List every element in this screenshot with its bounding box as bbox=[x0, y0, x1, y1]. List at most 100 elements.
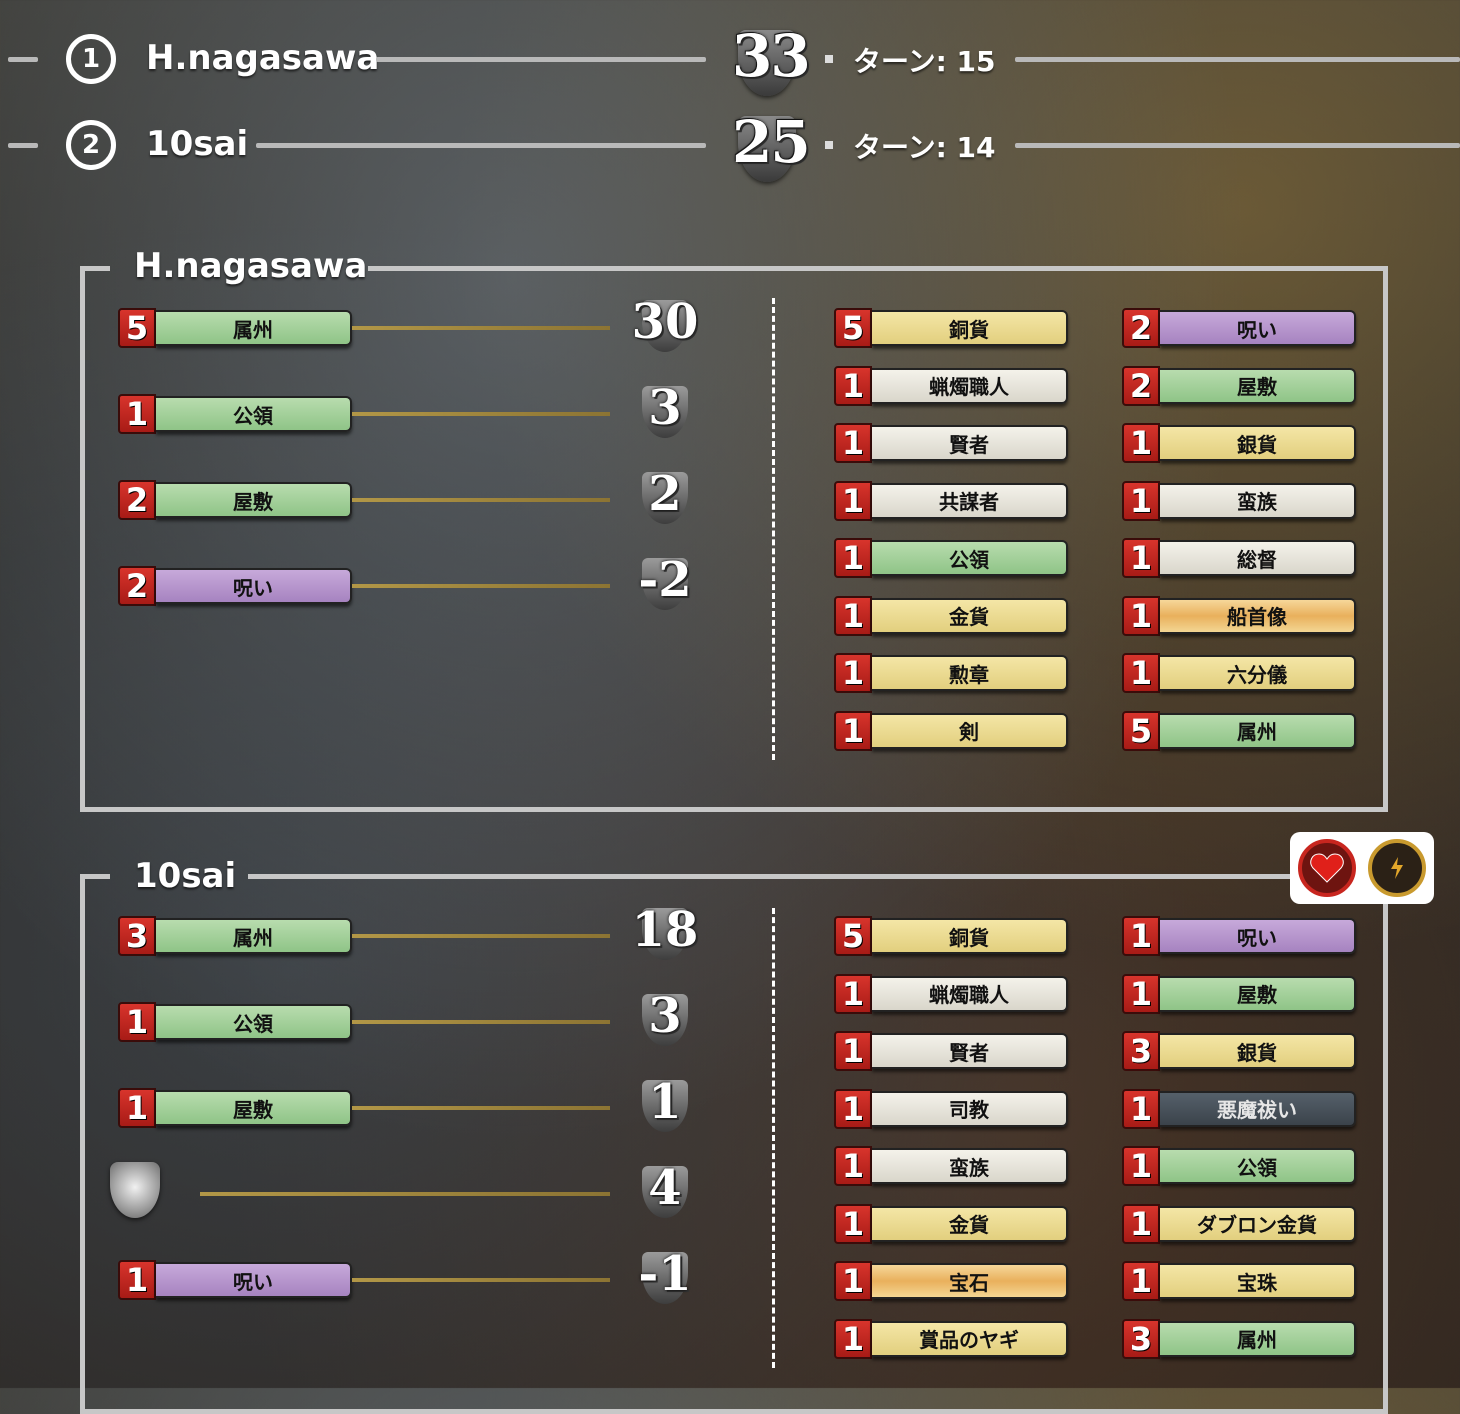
turn-count-2: ターン: 14 bbox=[853, 131, 996, 164]
card-name-label: 銅貨 bbox=[872, 310, 1068, 346]
divider bbox=[8, 143, 38, 148]
lightning-icon[interactable] bbox=[1368, 839, 1426, 897]
card-name-label: 屋敷 bbox=[1160, 975, 1356, 1012]
card-tag: 1 賢者 bbox=[834, 1031, 1068, 1071]
card-tag: 5 属州 bbox=[118, 308, 352, 348]
card-count-badge: 1 bbox=[834, 710, 872, 751]
card-count-badge: 1 bbox=[834, 1203, 872, 1244]
card-name-label: 呪い bbox=[156, 568, 352, 604]
card-count-badge: 1 bbox=[834, 1031, 872, 1071]
card-tag: 1 公領 bbox=[118, 394, 352, 434]
connector-line bbox=[352, 412, 610, 416]
panel-title: 10sai bbox=[134, 856, 237, 896]
connector-line bbox=[200, 1192, 610, 1196]
panel-frame-top bbox=[248, 874, 1388, 879]
card-count-badge: 1 bbox=[834, 365, 872, 406]
action-icons bbox=[1290, 832, 1434, 904]
heart-icon[interactable] bbox=[1298, 839, 1356, 897]
card-name-label: 賞品のヤギ bbox=[872, 1320, 1068, 1357]
card-count-badge: 1 bbox=[834, 653, 872, 693]
card-tag: 1 宝石 bbox=[834, 1261, 1068, 1301]
vp-value: -1 bbox=[638, 1246, 692, 1302]
card-tag: 1剣 bbox=[834, 710, 1068, 751]
card-name-label: 蛮族 bbox=[872, 1148, 1068, 1184]
card-count-badge: 1 bbox=[834, 423, 872, 463]
vp-value: 3 bbox=[648, 380, 682, 436]
card-tag: 5 銅貨 bbox=[834, 916, 1068, 956]
card-name-label: 蝋燭職人 bbox=[872, 975, 1068, 1012]
card-tag: 1 六分儀 bbox=[1122, 653, 1356, 693]
connector-line bbox=[352, 326, 610, 330]
vp-value: 1 bbox=[648, 1074, 682, 1130]
card-count-badge: 1 bbox=[834, 1146, 872, 1186]
card-tag: 1 司教 bbox=[834, 1088, 1068, 1129]
card-count-badge: 1 bbox=[118, 1002, 156, 1042]
card-tag: 1 屋敷 bbox=[118, 1088, 352, 1128]
card-name-label: 金貨 bbox=[872, 597, 1068, 634]
card-tag: 1 呪い bbox=[1122, 916, 1356, 956]
card-count-badge: 1 bbox=[118, 1260, 156, 1300]
connector-line bbox=[352, 498, 610, 502]
card-count-badge: 1 bbox=[834, 1318, 872, 1359]
card-name-label: 蝋燭職人 bbox=[872, 367, 1068, 404]
card-count-badge: 1 bbox=[1122, 1146, 1160, 1186]
card-count-badge: 1 bbox=[834, 538, 872, 578]
card-count-badge: 1 bbox=[1122, 1088, 1160, 1129]
card-count-badge: 1 bbox=[834, 595, 872, 636]
card-name-label: 共謀者 bbox=[872, 482, 1068, 519]
card-name-label: 呪い bbox=[1160, 918, 1356, 954]
card-count-badge: 1 bbox=[1122, 1261, 1160, 1301]
card-tag: 1 勲章 bbox=[834, 653, 1068, 693]
card-name-label: 宝珠 bbox=[1160, 1263, 1356, 1299]
panel-frame-top bbox=[80, 266, 110, 271]
card-count-badge: 2 bbox=[118, 480, 156, 520]
card-name-label: 公領 bbox=[156, 396, 352, 432]
card-tag: 1 船首像 bbox=[1122, 595, 1356, 636]
card-tag: 1 蝋燭職人 bbox=[834, 973, 1068, 1014]
player-name-2: 10sai bbox=[146, 124, 249, 164]
card-tag: 1 ダブロン金貨 bbox=[1122, 1203, 1356, 1244]
card-name-label: 六分儀 bbox=[1160, 655, 1356, 691]
card-tag: 5 属州 bbox=[1122, 710, 1356, 751]
card-tag: 1 公領 bbox=[834, 538, 1068, 578]
card-tag: 5 銅貨 bbox=[834, 308, 1068, 348]
card-count-badge: 1 bbox=[834, 1261, 872, 1301]
connector-line bbox=[352, 934, 610, 938]
card-name-label: 公領 bbox=[156, 1004, 352, 1040]
vp-value: 4 bbox=[648, 1160, 682, 1216]
card-name-label: 銀貨 bbox=[1160, 425, 1356, 461]
card-count-badge: 3 bbox=[1122, 1318, 1160, 1359]
card-tag: 1 屋敷 bbox=[1122, 973, 1356, 1014]
total-score-2: 25 bbox=[732, 108, 811, 176]
vp-value: -2 bbox=[638, 552, 692, 608]
card-name-label: 銅貨 bbox=[872, 918, 1068, 954]
card-count-badge: 5 bbox=[118, 308, 156, 348]
card-tag: 1 蝋燭職人 bbox=[834, 365, 1068, 406]
card-tag: 1 公領 bbox=[118, 1002, 352, 1042]
card-count-badge: 2 bbox=[1122, 308, 1160, 348]
panel-divider bbox=[772, 298, 775, 760]
connector-line bbox=[352, 584, 610, 588]
card-name-label: 属州 bbox=[156, 918, 352, 954]
rank-badge-1: 1 bbox=[66, 34, 116, 84]
card-name-label: 総督 bbox=[1160, 540, 1356, 576]
card-name-label: 司教 bbox=[872, 1090, 1068, 1127]
card-count-badge: 3 bbox=[118, 916, 156, 956]
player-name-1: H.nagasawa bbox=[146, 38, 380, 78]
card-count-badge: 1 bbox=[1122, 480, 1160, 521]
card-count-badge: 2 bbox=[1122, 365, 1160, 406]
card-name-label: 属州 bbox=[1160, 1320, 1356, 1357]
card-name-label: 呪い bbox=[156, 1262, 352, 1298]
divider bbox=[376, 57, 706, 62]
divider bbox=[256, 143, 706, 148]
card-count-badge: 1 bbox=[1122, 538, 1160, 578]
card-count-badge: 1 bbox=[1122, 653, 1160, 693]
card-count-badge: 5 bbox=[834, 308, 872, 348]
connector-line bbox=[352, 1106, 610, 1110]
card-tag: 2 呪い bbox=[1122, 308, 1356, 348]
card-name-label: 宝石 bbox=[872, 1263, 1068, 1299]
card-tag: 3 属州 bbox=[1122, 1318, 1356, 1359]
card-name-label: 蛮族 bbox=[1160, 482, 1356, 519]
card-count-badge: 1 bbox=[1122, 1203, 1160, 1244]
card-count-badge: 1 bbox=[1122, 973, 1160, 1014]
